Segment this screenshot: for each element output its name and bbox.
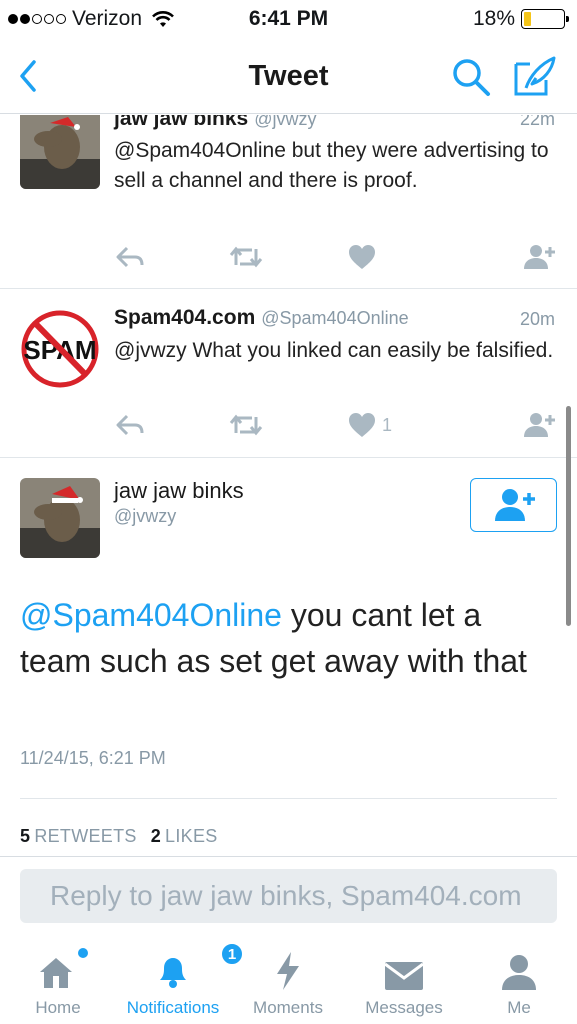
reply-icon[interactable] <box>115 410 145 440</box>
tweet-stats: 5 RETWEETS 2 LIKES <box>20 826 218 847</box>
search-icon[interactable] <box>450 56 492 98</box>
tweet-actions: 1 <box>0 410 577 440</box>
like-icon[interactable] <box>348 242 376 272</box>
like-icon <box>349 413 375 437</box>
tweet-text: @Spam404Online you cant let a team such … <box>20 592 560 684</box>
tab-messages[interactable]: Messages <box>354 936 454 1024</box>
author-name: jaw jaw binks <box>114 115 249 130</box>
tweet-author[interactable]: Spam404.com @Spam404Online <box>114 306 409 330</box>
reply-input[interactable] <box>20 869 557 923</box>
lightning-icon <box>273 936 303 992</box>
notification-badge: 1 <box>220 942 244 966</box>
avatar[interactable] <box>20 478 100 558</box>
likes-stat[interactable]: 2 LIKES <box>151 826 218 846</box>
like-count: 1 <box>382 414 393 435</box>
tab-me[interactable]: Me <box>486 936 552 1024</box>
reply-icon[interactable] <box>115 242 145 272</box>
author-handle: @jvwzy <box>114 506 177 526</box>
nav-bar: Tweet <box>0 38 577 114</box>
scrollbar[interactable] <box>566 406 571 626</box>
compose-icon[interactable] <box>512 54 558 98</box>
author-name[interactable]: jaw jaw binks <box>114 478 244 504</box>
retweets-stat[interactable]: 5 RETWEETS <box>20 826 137 846</box>
envelope-icon <box>383 936 425 992</box>
author-handle: @jvwzy <box>254 115 317 129</box>
tweet-time: 22m <box>519 115 555 129</box>
mention-link[interactable]: @Spam404Online <box>20 597 282 633</box>
divider <box>20 798 557 799</box>
tab-home[interactable]: Home <box>20 936 96 1024</box>
tweet-card[interactable]: SPAM Spam404.com@Spam404Online 20m @jvwz… <box>0 289 577 458</box>
avatar[interactable]: SPAM <box>20 309 100 389</box>
home-icon <box>36 936 88 992</box>
tweet-actions <box>0 242 577 272</box>
person-icon <box>499 936 539 992</box>
follow-button[interactable] <box>470 478 557 532</box>
retweet-icon[interactable] <box>228 242 264 272</box>
battery-percent: 18% <box>472 7 515 30</box>
avatar[interactable] <box>20 115 100 189</box>
tweet-card[interactable]: jaw jaw binks @jvwzy 22m @Spam404Online b… <box>0 115 577 289</box>
tab-bar: Home 1 Notifications Moments Messages Me <box>0 936 577 1024</box>
follow-icon[interactable] <box>522 242 556 272</box>
status-bar: Verizon 6:41 PM 18% <box>0 0 577 38</box>
tab-moments[interactable]: Moments <box>244 936 332 1024</box>
author-handle: @Spam404Online <box>261 308 409 328</box>
tweet-time: 20m <box>519 309 555 329</box>
tweet-text: @Spam404Online but they were advertising… <box>114 139 549 192</box>
follow-icon[interactable] <box>522 410 556 440</box>
like-button[interactable]: 1 <box>348 410 392 440</box>
tweet-text: @jvwzy What you linked can easily be fal… <box>114 339 554 362</box>
tab-notifications[interactable]: 1 Notifications <box>112 936 244 1024</box>
retweet-icon[interactable] <box>228 410 264 440</box>
new-content-dot <box>78 948 88 958</box>
battery-icon <box>521 9 569 29</box>
bell-icon: 1 <box>152 936 244 992</box>
tweet-author[interactable]: jaw jaw binks @jvwzy <box>114 115 317 131</box>
tweet-date: 11/24/15, 6:21 PM <box>20 748 166 768</box>
reply-bar <box>0 856 577 936</box>
author-name: Spam404.com <box>114 306 256 329</box>
add-user-icon <box>494 489 535 521</box>
